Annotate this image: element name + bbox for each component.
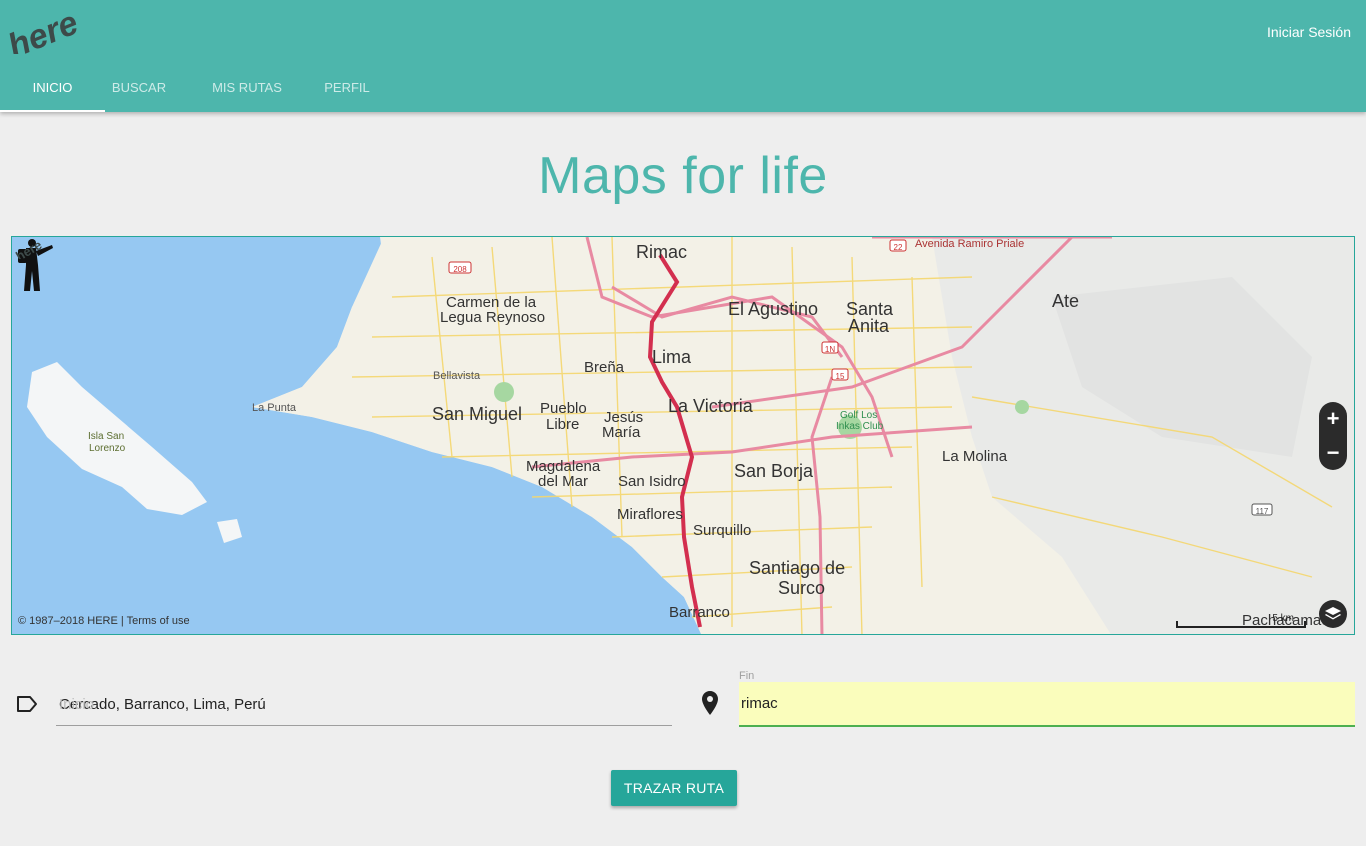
- map-canvas[interactable]: [12, 237, 1355, 635]
- terms-of-use-link[interactable]: Terms of use: [127, 615, 190, 627]
- label-tag-icon: [17, 696, 37, 712]
- start-placeholder: Inicio: [59, 696, 95, 713]
- main-tabs: INICIO BUSCAR MIS RUTAS PERFIL: [0, 64, 373, 112]
- end-field-label: Fin: [739, 670, 755, 682]
- shield-117: 117: [1255, 507, 1269, 516]
- map-label-jesus-maria-2: María: [602, 424, 641, 441]
- top-app-bar: here Iniciar Sesión INICIO BUSCAR MIS RU…: [0, 0, 1366, 112]
- start-location-input[interactable]: Inicio Cercado, Barranco, Lima, Perú: [56, 684, 672, 726]
- zoom-out-button[interactable]: −: [1319, 436, 1347, 470]
- location-pin-icon: [702, 691, 718, 715]
- map-label-carmen: Carmen de la: [446, 294, 537, 311]
- map-label-magdalena-2: del Mar: [538, 473, 589, 490]
- shield-1n: 1N: [824, 345, 836, 354]
- page-title: Maps for life: [538, 147, 828, 205]
- map-label-bellavista: Bellavista: [433, 370, 481, 382]
- map-label-santiago-2: Surco: [778, 578, 826, 598]
- login-link[interactable]: Iniciar Sesión: [1267, 24, 1351, 40]
- map-label-la-molina: La Molina: [942, 448, 1008, 465]
- map-label-pueblo-libre-2: Libre: [546, 416, 580, 433]
- map-label-santa-anita: Santa: [846, 299, 894, 319]
- layers-icon: [1325, 607, 1341, 620]
- map-label-pueblo-libre: Pueblo: [540, 400, 587, 417]
- shield-15: 15: [835, 372, 845, 381]
- map-label-avenida: Avenida Ramiro Priale: [915, 238, 1025, 250]
- tab-inicio[interactable]: INICIO: [0, 64, 105, 112]
- route-map[interactable]: Rimac Carmen de la Legua Reynoso El Agus…: [11, 236, 1355, 635]
- tab-buscar[interactable]: BUSCAR: [105, 64, 173, 112]
- map-label-magdalena: Magdalena: [526, 458, 601, 475]
- map-label-brena: Breña: [584, 359, 625, 376]
- map-label-rimac: Rimac: [636, 242, 688, 262]
- map-label-la-punta: La Punta: [252, 402, 297, 414]
- shield-22: 22: [893, 243, 903, 252]
- map-label-lima: Lima: [652, 347, 692, 367]
- shield-208: 208: [453, 265, 467, 274]
- map-label-surquillo: Surquillo: [693, 522, 752, 539]
- map-label-miraflores: Miraflores: [617, 506, 683, 523]
- zoom-in-button[interactable]: +: [1319, 402, 1347, 436]
- map-label-barranco: Barranco: [669, 604, 730, 621]
- map-label-ate: Ate: [1052, 291, 1080, 311]
- layers-button[interactable]: [1319, 600, 1347, 628]
- map-label-san-isidro: San Isidro: [618, 473, 686, 490]
- map-label-golf-2: Inkas Club: [836, 421, 884, 432]
- map-label-carmen-2: Legua Reynoso: [440, 309, 546, 326]
- tab-mis-rutas[interactable]: MIS RUTAS: [173, 64, 321, 112]
- scale-bar-label: 5 km: [1272, 613, 1294, 624]
- map-label-jesus-maria: Jesús: [604, 409, 644, 426]
- map-label-la-victoria: La Victoria: [668, 396, 753, 416]
- here-watermark-logo: here: [13, 237, 44, 259]
- svg-text:here: here: [3, 6, 84, 54]
- here-logo: here: [3, 6, 84, 54]
- map-label-santa-anita-2: Anita: [848, 316, 890, 336]
- tab-perfil[interactable]: PERFIL: [321, 64, 373, 112]
- map-label-el-agustino: El Agustino: [728, 299, 819, 319]
- map-label-san-borja: San Borja: [734, 461, 814, 481]
- svg-text:here: here: [13, 237, 44, 259]
- trace-route-button[interactable]: TRAZAR RUTA: [611, 770, 737, 806]
- copyright-text: © 1987–2018 HERE |: [18, 615, 127, 627]
- map-label-isla-2: Lorenzo: [89, 443, 126, 454]
- map-copyright: © 1987–2018 HERE | Terms of use: [18, 615, 190, 627]
- map-label-santiago: Santiago de: [749, 558, 846, 578]
- end-location-input[interactable]: rimac: [739, 682, 1355, 727]
- zoom-control: + −: [1319, 402, 1347, 470]
- map-label-san-miguel: San Miguel: [432, 404, 523, 424]
